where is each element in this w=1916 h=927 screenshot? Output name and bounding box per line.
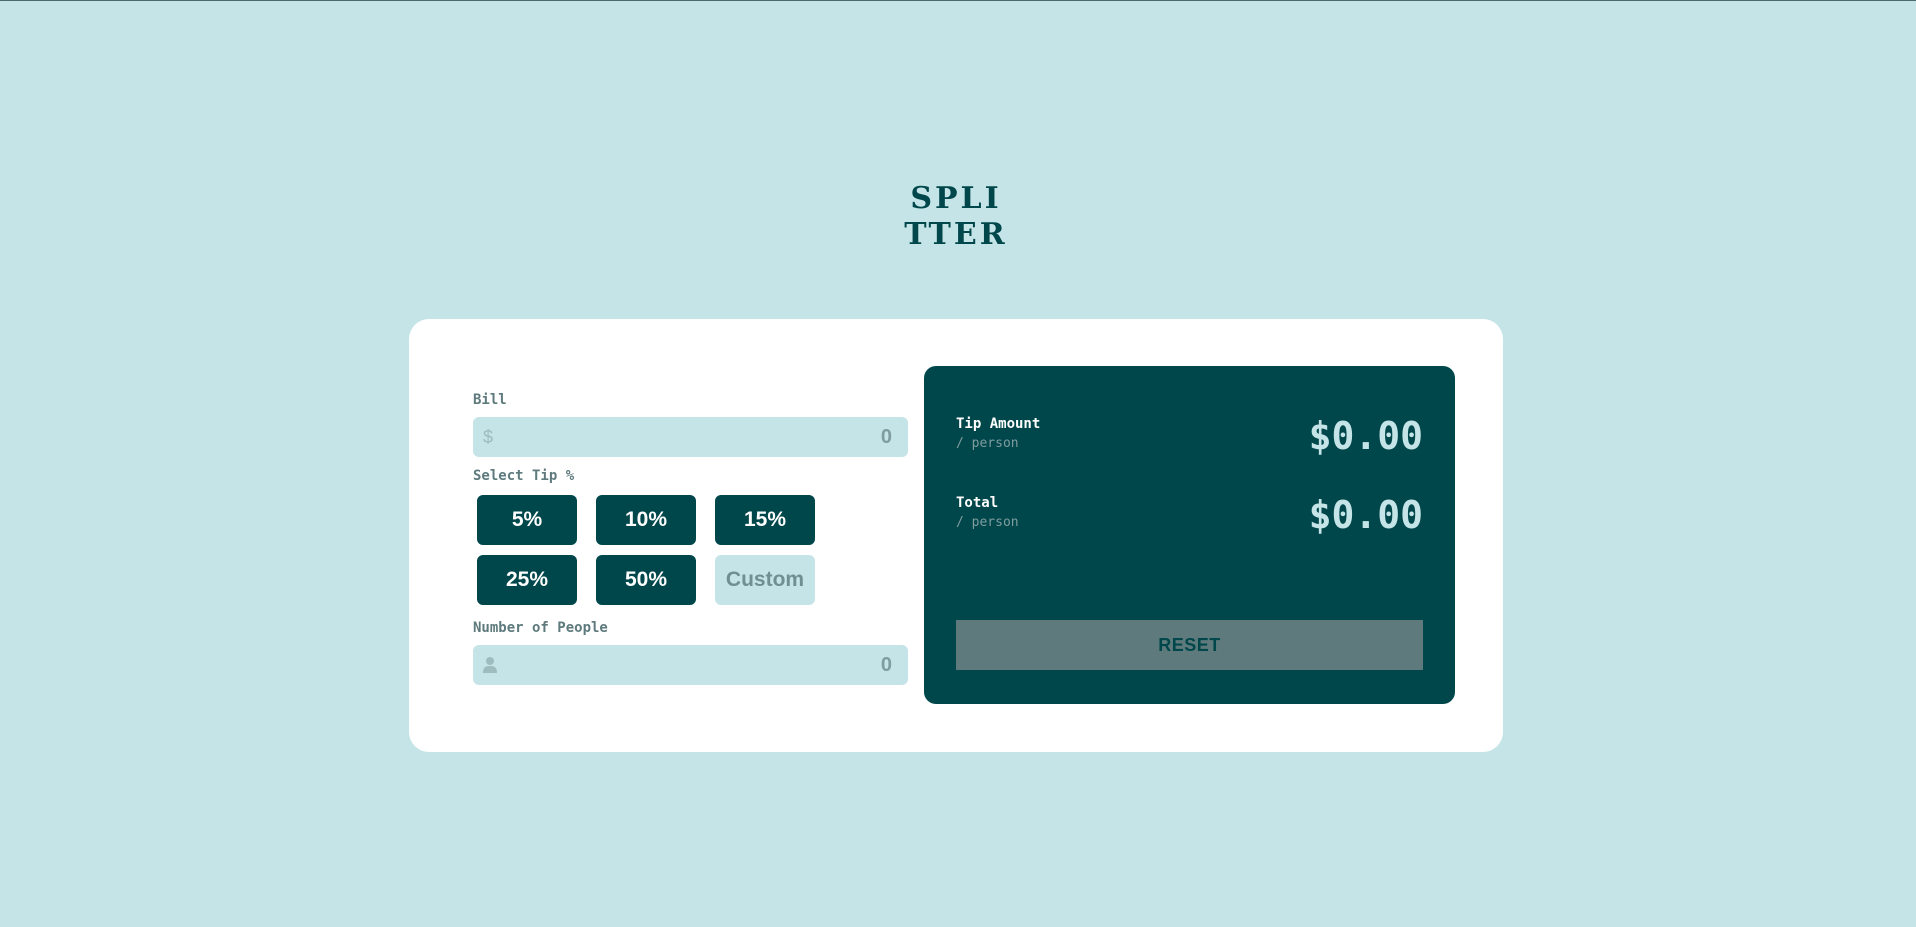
calculator-card: Bill $ Select Tip % 5% 10% 15% 25% 50% C… — [409, 319, 1503, 752]
tip-amount-row: Tip Amount / person $0.00 — [956, 412, 1423, 462]
logo-line-2: TTER — [904, 217, 1008, 252]
tip-options: 5% 10% 15% 25% 50% Custom — [477, 495, 908, 605]
tip-amount-value: $0.00 — [1308, 414, 1423, 458]
custom-tip-input[interactable]: Custom — [715, 555, 815, 605]
logo-line-1: SPLI — [910, 181, 1002, 216]
reset-button[interactable]: RESET — [956, 620, 1423, 670]
tip-15-button[interactable]: 15% — [715, 495, 815, 545]
total-value: $0.00 — [1308, 493, 1423, 537]
tip-5-button[interactable]: 5% — [477, 495, 577, 545]
app-logo: SPLI TTER — [900, 181, 1012, 253]
number-of-people-label: Number of People — [473, 620, 608, 636]
people-input[interactable] — [473, 645, 908, 685]
bill-field: $ — [473, 417, 908, 457]
tip-25-button[interactable]: 25% — [477, 555, 577, 605]
total-per-person: / person — [956, 515, 1019, 530]
total-title: Total — [956, 495, 999, 511]
tip-amount-per-person: / person — [956, 436, 1019, 451]
input-panel: Bill $ Select Tip % 5% 10% 15% 25% 50% C… — [473, 391, 908, 685]
total-row: Total / person $0.00 — [956, 491, 1423, 541]
bill-input[interactable] — [473, 417, 908, 457]
tip-amount-title: Tip Amount — [956, 416, 1041, 432]
tip-10-button[interactable]: 10% — [596, 495, 696, 545]
tip-50-button[interactable]: 50% — [596, 555, 696, 605]
bill-label: Bill — [473, 392, 507, 408]
select-tip-label: Select Tip % — [473, 468, 575, 484]
people-field — [473, 645, 908, 685]
results-panel: Tip Amount / person $0.00 Total / person… — [924, 366, 1455, 704]
